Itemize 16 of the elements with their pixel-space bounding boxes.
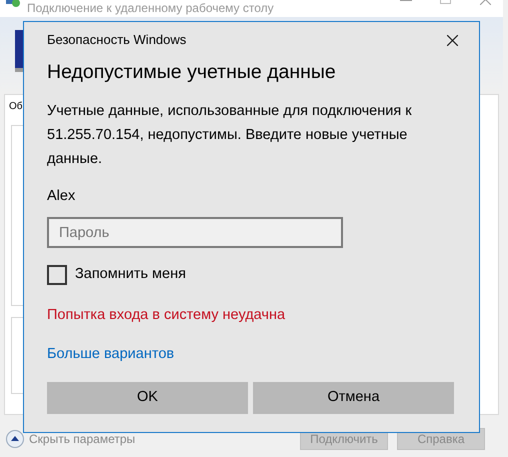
password-field[interactable]: Пароль [47, 217, 343, 248]
remember-checkbox[interactable] [47, 264, 67, 285]
message-text: Учетные данные, использованные для подключения к 51.255.70.154, недопустимы. Введите новые учетные данные. [47, 102, 413, 169]
toggle-link[interactable]: Скрыть параметры [29, 430, 136, 448]
collapse-icon[interactable] [5, 429, 25, 450]
tab[interactable]: Об [9, 98, 23, 114]
cancel-button[interactable]: Отмена [253, 382, 454, 414]
dialog-title: Безопасность Windows [47, 31, 186, 50]
ok-button[interactable]: OK [47, 382, 248, 414]
remember-label: Запомнить меня [75, 265, 186, 284]
minimize-icon[interactable] [400, 0, 412, 2]
dialog-heading: Недопустимые учетные данные [47, 60, 337, 85]
window-title: Подключение к удаленному рабочему столу [27, 1, 274, 15]
error-message: Попытка входа в систему неудачна [47, 306, 286, 325]
username-text: Alex [47, 187, 76, 206]
more-options-link[interactable]: Больше вариантов [47, 346, 174, 362]
